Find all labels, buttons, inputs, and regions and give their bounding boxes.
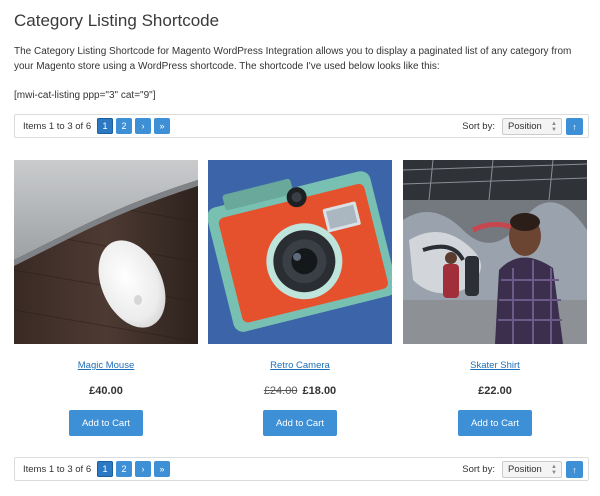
toolbar-top: Items 1 to 3 of 6 1 2 › » Sort by: Posit… — [14, 114, 589, 138]
page-2-button[interactable]: 2 — [116, 461, 132, 477]
page-1-button[interactable]: 1 — [97, 461, 113, 477]
product-image-shirt[interactable] — [403, 160, 587, 344]
product-name-link[interactable]: Magic Mouse — [78, 360, 135, 371]
sort-label: Sort by: — [462, 464, 495, 475]
product-card: Skater Shirt £22.00 Add to Cart — [403, 160, 587, 436]
sort-select-value: Position — [508, 121, 542, 132]
product-price: £22.00 — [403, 385, 587, 397]
sort-select-value: Position — [508, 464, 542, 475]
item-count: Items 1 to 3 of 6 — [23, 121, 92, 132]
sort-select[interactable]: Position ▲ ▼ — [502, 461, 562, 478]
last-page-button[interactable]: » — [154, 118, 170, 134]
select-arrows-icon: ▲ ▼ — [551, 121, 557, 133]
pagination: 1 2 › » — [97, 461, 170, 477]
page-1-button[interactable]: 1 — [97, 118, 113, 134]
product-card: Magic Mouse £40.00 Add to Cart — [14, 160, 198, 436]
add-to-cart-button[interactable]: Add to Cart — [458, 410, 532, 436]
next-page-button[interactable]: › — [135, 461, 151, 477]
product-image-mouse[interactable] — [14, 160, 198, 344]
sort-label: Sort by: — [462, 121, 495, 132]
pagination: 1 2 › » — [97, 118, 170, 134]
product-card: Retro Camera £24.00 £18.00 Add to Cart — [208, 160, 392, 436]
product-price: £24.00 £18.00 — [208, 385, 392, 397]
sort-select[interactable]: Position ▲ ▼ — [502, 118, 562, 135]
product-price: £40.00 — [14, 385, 198, 397]
toolbar-bottom: Items 1 to 3 of 6 1 2 › » Sort by: Posit… — [14, 457, 589, 481]
shortcode-text: [mwi-cat-listing ppp="3" cat="9"] — [14, 90, 156, 101]
price-value: £22.00 — [478, 385, 512, 397]
page-title: Category Listing Shortcode — [14, 11, 220, 30]
item-count: Items 1 to 3 of 6 — [23, 464, 92, 475]
page-2-button[interactable]: 2 — [116, 118, 132, 134]
price-value: £18.00 — [302, 385, 337, 397]
product-name-link[interactable]: Skater Shirt — [470, 360, 520, 371]
product-name-link[interactable]: Retro Camera — [270, 360, 330, 371]
old-price: £24.00 — [263, 385, 298, 397]
select-arrows-icon: ▲ ▼ — [551, 464, 557, 476]
price-value: £40.00 — [89, 385, 123, 397]
last-page-button[interactable]: » — [154, 461, 170, 477]
next-page-button[interactable]: › — [135, 118, 151, 134]
intro-paragraph: The Category Listing Shortcode for Magen… — [14, 46, 572, 72]
sort-direction-button[interactable]: ↑ — [566, 118, 583, 135]
product-image-camera[interactable] — [208, 160, 392, 344]
add-to-cart-button[interactable]: Add to Cart — [263, 410, 337, 436]
sort-direction-button[interactable]: ↑ — [566, 461, 583, 478]
add-to-cart-button[interactable]: Add to Cart — [69, 410, 143, 436]
